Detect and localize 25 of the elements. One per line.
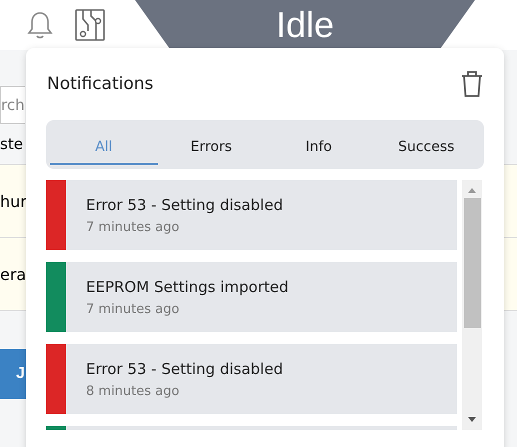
table-header: ste: [0, 135, 23, 153]
search-field[interactable]: rch: [0, 86, 25, 124]
status-label: Idle: [276, 4, 334, 46]
notification-time: 8 minutes ago: [86, 384, 180, 398]
filter-tab[interactable]: Info: [265, 131, 372, 165]
bell-icon[interactable]: [27, 10, 53, 40]
notification-item[interactable]: Error 53 - Setting disabled 8 minutes ago: [46, 344, 457, 414]
panel-title: Notifications: [47, 74, 154, 94]
scroll-down-icon[interactable]: [467, 416, 477, 424]
scrollbar-thumb[interactable]: [464, 198, 480, 328]
scroll-up-icon[interactable]: [467, 186, 477, 194]
filter-tab[interactable]: Errors: [158, 131, 265, 165]
trash-icon[interactable]: [460, 70, 484, 98]
notification-time: 7 minutes ago: [86, 302, 180, 316]
table-cell: hur: [0, 192, 27, 210]
circuit-icon[interactable]: [75, 9, 105, 41]
notification-time: 7 minutes ago: [86, 220, 180, 234]
table-cell: era: [0, 264, 26, 284]
notification-message: Error 53 - Setting disabled: [86, 196, 283, 214]
notification-message: EEPROM Settings imported: [86, 278, 289, 296]
filter-tab[interactable]: Success: [372, 131, 480, 165]
scrollbar[interactable]: [462, 180, 482, 430]
notification-item[interactable]: Error 53 - Setting disabled 7 minutes ago: [46, 180, 457, 250]
notification-message: Error 53 - Setting disabled: [86, 360, 283, 378]
notification-item[interactable]: EEPROM Settings imported 7 minutes ago: [46, 262, 457, 332]
